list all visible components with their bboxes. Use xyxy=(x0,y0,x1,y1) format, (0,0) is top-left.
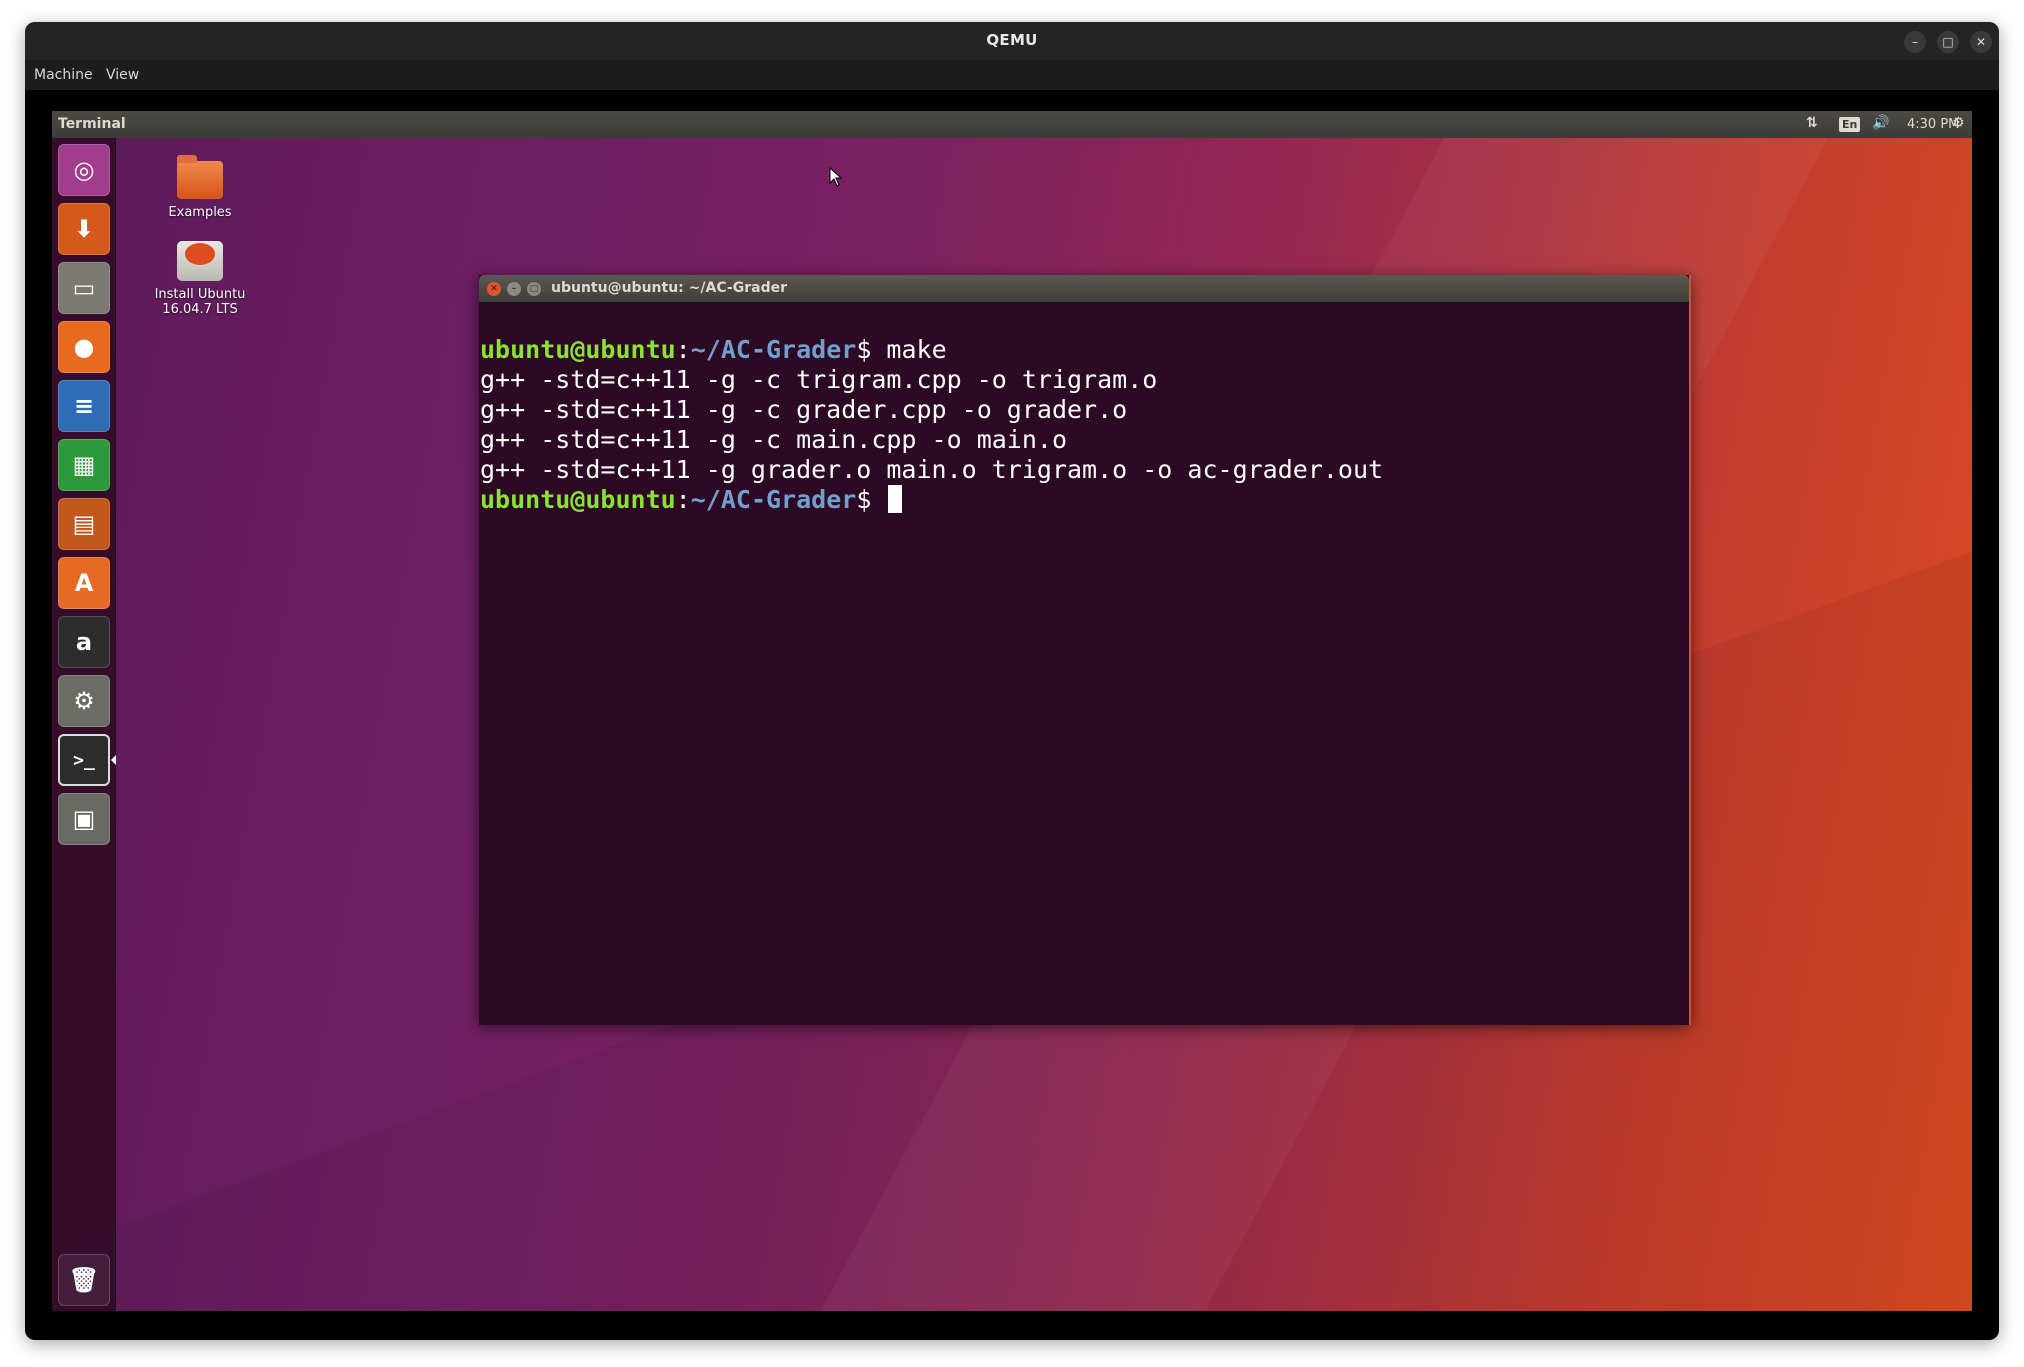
output-line: g++ -std=c++11 -g -c grader.cpp -o grade… xyxy=(480,395,1128,424)
prompt-path: ~/AC-Grader xyxy=(690,335,857,364)
prompt-line: ubuntu@ubuntu:~/AC-Grader$ make xyxy=(480,335,1689,365)
menu-view[interactable]: View xyxy=(106,67,139,83)
terminal-minimize-icon[interactable]: – xyxy=(507,282,521,296)
guest-screen[interactable]: Terminal ⇅ En 🔊 4:30 PM ⚙ 🗑 ◎ ⬇ ▭ ● ≡ ▦ ▤ Aa ⚙ >_… xyxy=(52,111,1972,1311)
desktop-icon-label-line2: 16.04.7 LTS xyxy=(162,302,238,317)
libreoffice-calc-icon[interactable]: ▦ xyxy=(58,439,110,491)
prompt-suffix: $ xyxy=(856,485,887,514)
keyboard-layout-label: En xyxy=(1839,117,1861,132)
install-ubuntu-launcher-icon[interactable]: ⬇ xyxy=(58,203,110,255)
desktop-icon-install-ubuntu[interactable]: Install Ubuntu 16.04.7 LTS xyxy=(145,241,255,317)
close-button[interactable]: ✕ xyxy=(1970,31,1992,53)
settings-gear-icon[interactable]: ⚙ xyxy=(1952,115,1965,131)
libreoffice-impress-icon[interactable]: ▤ xyxy=(58,498,110,550)
prompt-line: ubuntu@ubuntu:~/AC-Grader$ xyxy=(480,485,1689,515)
install-ubuntu-icon xyxy=(177,241,223,281)
folder-icon xyxy=(177,155,223,199)
desktop-icon-label: Examples xyxy=(168,205,232,220)
prompt-user: ubuntu@ubuntu xyxy=(480,485,676,514)
qemu-window-title: QEMU xyxy=(986,31,1038,49)
dash-ubuntu-icon[interactable]: ◎ xyxy=(58,144,110,196)
output-line: g++ -std=c++11 -g -c main.cpp -o main.o xyxy=(480,425,1067,454)
terminal-close-icon[interactable]: ✕ xyxy=(487,282,501,296)
terminal-titlebar[interactable]: ✕ – □ ubuntu@ubuntu: ~/AC-Grader xyxy=(479,275,1689,302)
active-indicator-right xyxy=(111,755,116,765)
entered-command: make xyxy=(886,335,947,364)
sound-icon[interactable]: 🔊 xyxy=(1872,115,1889,131)
active-app-title: Terminal xyxy=(58,116,126,132)
terminal-output[interactable]: ubuntu@ubuntu:~/AC-Grader$ make g++ -std=… xyxy=(480,303,1689,1025)
menu-machine[interactable]: Machine xyxy=(34,67,93,83)
output-line: g++ -std=c++11 -g -c trigram.cpp -o trig… xyxy=(480,365,1158,394)
removable-drive-icon[interactable]: ▣ xyxy=(58,793,110,845)
trash-icon[interactable]: 🗑 xyxy=(58,1254,110,1306)
software-center-icon[interactable]: A xyxy=(58,557,110,609)
terminal-window[interactable]: ✕ – □ ubuntu@ubuntu: ~/AC-Grader ubuntu@… xyxy=(479,275,1691,1025)
minimize-button[interactable]: – xyxy=(1904,31,1926,53)
amazon-icon[interactable]: a xyxy=(58,616,110,668)
firefox-icon[interactable]: ● xyxy=(58,321,110,373)
prompt-path: ~/AC-Grader xyxy=(690,485,857,514)
system-settings-icon[interactable]: ⚙ xyxy=(58,675,110,727)
unity-launcher: 🗑 ◎ ⬇ ▭ ● ≡ ▦ ▤ Aa ⚙ >_ ▣ xyxy=(52,138,116,1311)
prompt-user: ubuntu@ubuntu xyxy=(480,335,676,364)
mouse-pointer-icon xyxy=(829,167,843,187)
qemu-menubar: Machine View xyxy=(25,60,1999,90)
text-cursor xyxy=(888,485,903,513)
prompt-separator: : xyxy=(675,335,691,364)
maximize-button[interactable]: □ xyxy=(1937,31,1959,53)
keyboard-layout-indicator[interactable]: En xyxy=(1839,116,1861,132)
terminal-window-title: ubuntu@ubuntu: ~/AC-Grader xyxy=(551,280,787,296)
prompt-separator: : xyxy=(675,485,691,514)
desktop-icon-label-line1: Install Ubuntu xyxy=(154,287,246,302)
prompt-suffix: $ xyxy=(856,335,887,364)
network-icon[interactable]: ⇅ xyxy=(1806,115,1818,131)
files-icon[interactable]: ▭ xyxy=(58,262,110,314)
terminal-maximize-icon[interactable]: □ xyxy=(527,282,541,296)
qemu-window: QEMU – □ ✕ Machine View Terminal ⇅ En 🔊 … xyxy=(25,22,1999,1340)
libreoffice-writer-icon[interactable]: ≡ xyxy=(58,380,110,432)
desktop-icon-examples[interactable]: Examples xyxy=(145,155,255,220)
output-line: g++ -std=c++11 -g grader.o main.o trigra… xyxy=(480,455,1384,484)
qemu-titlebar[interactable]: QEMU – □ ✕ xyxy=(25,22,1999,60)
terminal-icon[interactable]: >_ xyxy=(58,734,110,786)
ubuntu-top-panel: Terminal ⇅ En 🔊 4:30 PM ⚙ xyxy=(52,111,1972,138)
